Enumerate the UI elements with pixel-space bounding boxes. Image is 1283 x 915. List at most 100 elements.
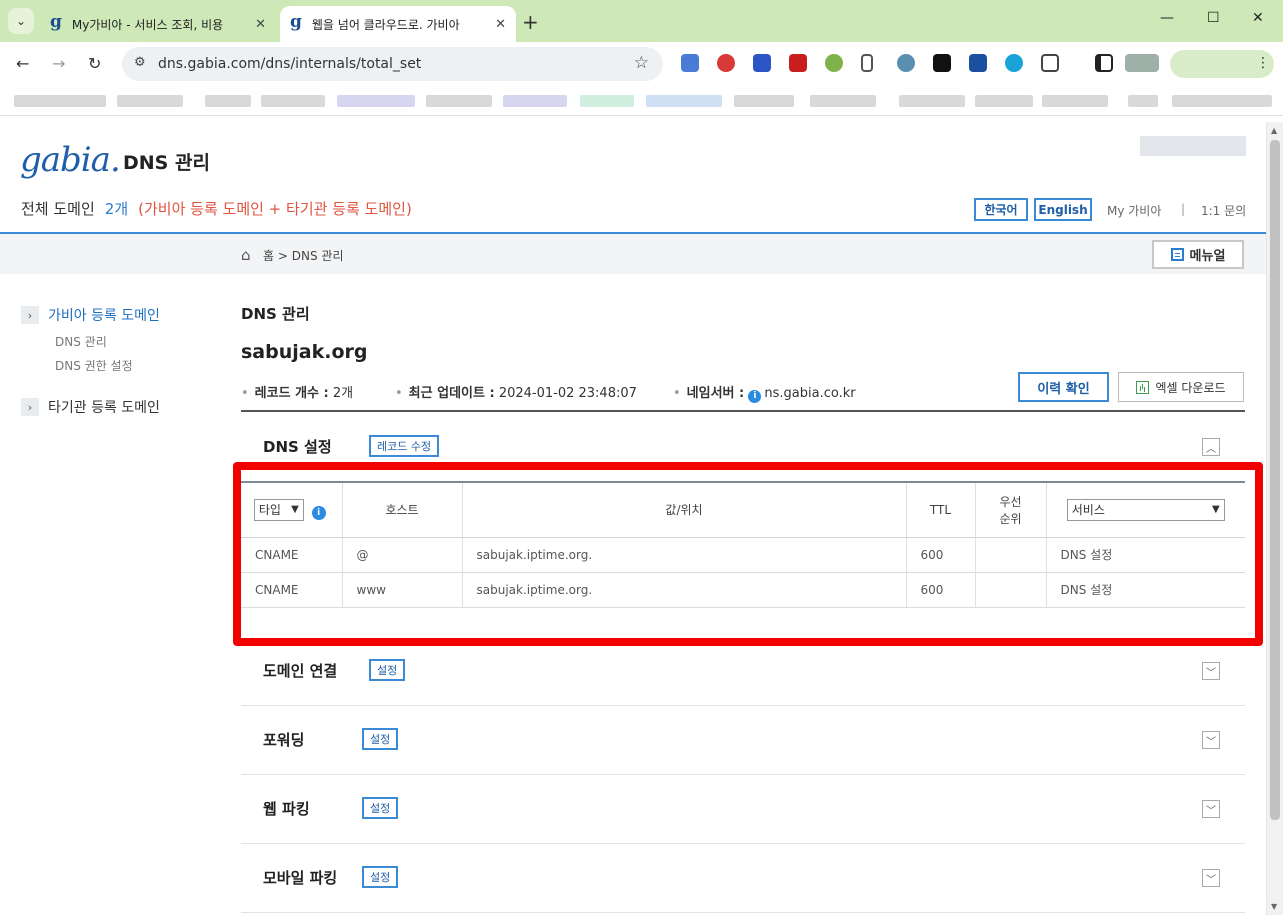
gabia-favicon-icon: g (50, 12, 62, 32)
expand-chevron-down-icon[interactable]: ﹀ (1202, 662, 1220, 680)
extension-icon[interactable] (825, 54, 843, 72)
page-scrollbar[interactable]: ▲ ▼ (1266, 122, 1283, 915)
breadcrumb-home[interactable]: 홈 (263, 249, 274, 263)
scrollbar-thumb[interactable] (1270, 140, 1280, 820)
tab-close-icon[interactable]: ✕ (255, 17, 266, 32)
tab-title: 웹을 넘어 클라우드로. 가비아 (311, 17, 460, 32)
extension-icon[interactable] (933, 54, 951, 72)
language-english-button[interactable]: English (1034, 198, 1092, 221)
domain-connect-title[interactable]: 도메인 연결 (263, 660, 337, 681)
expand-chevron-down-icon[interactable]: ﹀ (1202, 731, 1220, 749)
profile-blurred[interactable] (1125, 54, 1159, 72)
section-title: DNS 관리 (241, 305, 310, 323)
back-arrow-icon[interactable]: ← (16, 54, 29, 73)
forward-arrow-icon[interactable]: → (52, 54, 65, 73)
tab-search-chevron-icon[interactable]: ⌄ (8, 8, 34, 34)
sidebar-group-other[interactable]: 타기관 등록 도메인 (48, 397, 160, 417)
language-korean-button[interactable]: 한국어 (974, 198, 1028, 221)
accordion-divider (241, 774, 1245, 775)
inquiry-link[interactable]: 1:1 문의 (1201, 202, 1246, 219)
tab-title: My가비아 - 서비스 조회, 비용 (71, 17, 224, 32)
domain-connect-settings-button[interactable]: 설정 (369, 659, 406, 681)
bookmark-item[interactable] (734, 95, 794, 107)
my-gabia-link[interactable]: My 가비아 (1107, 202, 1161, 219)
bookmark-extension-icon[interactable] (861, 54, 873, 72)
excel-chart-icon (1136, 380, 1150, 394)
forwarding-settings-button[interactable]: 설정 (362, 728, 399, 750)
mobile-parking-title[interactable]: 모바일 파킹 (263, 867, 337, 888)
bookmark-item[interactable] (503, 95, 567, 107)
bookmark-item[interactable] (337, 95, 415, 107)
bookmark-item[interactable] (1042, 95, 1108, 107)
pdf-extension-icon[interactable] (789, 54, 807, 72)
address-bar[interactable]: ⚙ dns.gabia.com/dns/internals/total_set … (122, 47, 663, 81)
new-tab-button[interactable]: + (522, 10, 539, 34)
accordion-divider (241, 843, 1245, 844)
extension-icon[interactable] (717, 54, 735, 72)
expand-chevron-down-icon[interactable]: ﹀ (1202, 869, 1220, 887)
address-url[interactable]: dns.gabia.com/dns/internals/total_set (158, 56, 421, 72)
history-button[interactable]: 이력 확인 (1018, 372, 1109, 402)
extensions-puzzle-icon[interactable] (1041, 54, 1059, 72)
bookmark-star-icon[interactable]: ☆ (634, 53, 649, 73)
side-panel-icon[interactable] (1095, 54, 1113, 72)
extension-icon[interactable] (1005, 54, 1023, 72)
edit-records-button[interactable]: 레코드 수정 (369, 435, 440, 457)
scroll-down-icon[interactable]: ▼ (1271, 902, 1277, 911)
excel-download-button[interactable]: 엑셀 다운로드 (1118, 372, 1244, 402)
nameserver-label: 네임서버 : (686, 386, 745, 401)
domain-name: sabujak.org (241, 341, 368, 363)
main-divider (241, 410, 1245, 412)
bookmark-item[interactable] (810, 95, 876, 107)
bookmark-item[interactable] (899, 95, 965, 107)
web-parking-title[interactable]: 웹 파킹 (263, 798, 310, 819)
extension-icon[interactable] (969, 54, 987, 72)
info-icon[interactable]: i (748, 390, 762, 403)
sidebar-group-gabia[interactable]: 가비아 등록 도메인 (48, 305, 160, 325)
download-extension-icon[interactable] (753, 54, 771, 72)
browser-tab-gabia-active[interactable]: g 웹을 넘어 클라우드로. 가비아 ✕ (280, 6, 516, 42)
home-icon[interactable]: ⌂ (241, 246, 251, 264)
window-close-icon[interactable]: ✕ (1252, 10, 1264, 26)
site-info-icon[interactable]: ⚙ (134, 55, 146, 70)
tab-close-icon[interactable]: ✕ (495, 17, 506, 32)
collapse-chevron-up-icon[interactable]: ︿ (1202, 438, 1220, 456)
browser-menu-icon[interactable]: ⋮ (1256, 55, 1270, 71)
bookmark-item[interactable] (975, 95, 1033, 107)
forwarding-title[interactable]: 포워딩 (263, 729, 304, 750)
nameserver: • 네임서버 : i ns.gabia.co.kr (673, 386, 856, 403)
translate-extension-icon[interactable] (681, 54, 699, 72)
manual-doc-icon (1170, 248, 1184, 261)
bookmark-item[interactable] (646, 95, 722, 107)
bookmark-item[interactable] (205, 95, 251, 107)
bookmark-item[interactable] (117, 95, 183, 107)
bookmark-item[interactable] (426, 95, 492, 107)
manual-button[interactable]: 메뉴얼 (1152, 240, 1244, 269)
page-viewport: gabia. DNS 관리 전체 도메인 2개 (가비아 등록 도메인 + 타기관 … (0, 122, 1266, 915)
bookmark-item[interactable] (1172, 95, 1272, 107)
bookmark-item[interactable] (261, 95, 325, 107)
record-count-value: 2개 (332, 386, 354, 401)
domain-summary: 전체 도메인 2개 (가비아 등록 도메인 + 타기관 등록 도메인) (21, 198, 412, 219)
expand-chevron-down-icon[interactable]: ﹀ (1202, 800, 1220, 818)
bookmark-item[interactable] (580, 95, 634, 107)
web-parking-settings-button[interactable]: 설정 (362, 797, 399, 819)
bookmark-item[interactable] (14, 95, 106, 107)
reload-icon[interactable]: ↻ (88, 54, 101, 73)
minimize-icon[interactable]: — (1160, 10, 1174, 26)
dns-settings-title[interactable]: DNS 설정 (263, 436, 332, 457)
mobile-parking-settings-button[interactable]: 설정 (362, 866, 399, 888)
maximize-icon[interactable]: ☐ (1207, 10, 1220, 26)
gabia-logo[interactable]: gabia. (20, 140, 121, 180)
accordion-divider (241, 912, 1245, 913)
last-updated: • 최근 업데이트 : 2024-01-02 23:48:07 (395, 386, 637, 401)
summary-label: 전체 도메인 (21, 200, 95, 218)
sidebar-item-dns-permission[interactable]: DNS 권한 설정 (55, 357, 133, 374)
scroll-up-icon[interactable]: ▲ (1271, 126, 1277, 135)
bookmark-item[interactable] (1128, 95, 1158, 107)
chevron-right-icon: › (21, 306, 39, 324)
extension-icon[interactable] (897, 54, 915, 72)
browser-tab-mygabia[interactable]: g My가비아 - 서비스 조회, 비용 ✕ (40, 6, 276, 42)
sidebar-item-dns-manage[interactable]: DNS 관리 (55, 333, 107, 350)
breadcrumb-current: DNS 관리 (291, 249, 344, 263)
